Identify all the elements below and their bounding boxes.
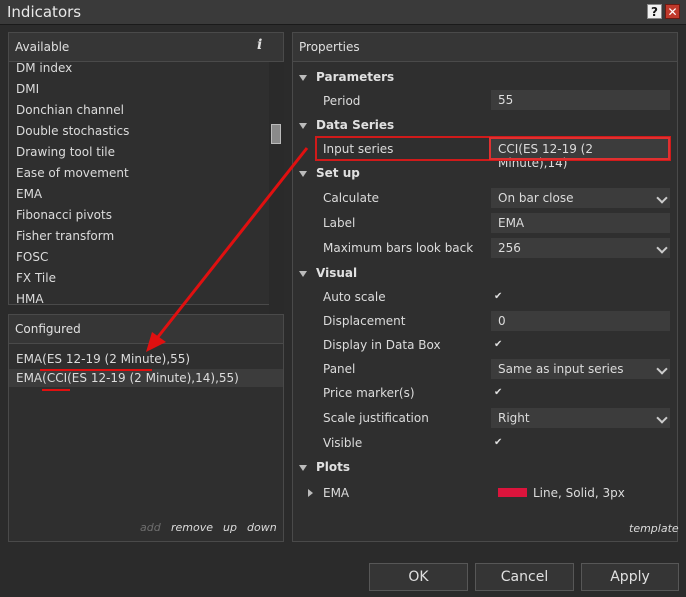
plot-style-value[interactable]: Line, Solid, 3px bbox=[533, 486, 625, 500]
list-item[interactable]: EMA bbox=[16, 187, 42, 201]
list-item[interactable]: DMI bbox=[16, 82, 39, 96]
section-data-series[interactable]: Data Series bbox=[299, 118, 394, 132]
visible-label: Visible bbox=[323, 436, 363, 450]
list-item[interactable]: Fisher transform bbox=[16, 229, 114, 243]
list-item[interactable]: FOSC bbox=[16, 250, 48, 264]
available-title: Available bbox=[15, 40, 70, 54]
panel-value: Same as input series bbox=[498, 362, 624, 376]
calculate-label: Calculate bbox=[323, 191, 380, 205]
max-bars-label: Maximum bars look back bbox=[323, 241, 474, 255]
underline-annotation bbox=[40, 369, 152, 371]
close-button[interactable]: ✕ bbox=[665, 4, 680, 19]
template-link[interactable]: template bbox=[629, 522, 679, 535]
available-scrollbar[interactable] bbox=[269, 62, 284, 333]
list-item[interactable]: Drawing tool tile bbox=[16, 145, 115, 159]
list-item[interactable]: Fibonacci pivots bbox=[16, 208, 112, 222]
remove-link[interactable]: remove bbox=[171, 521, 213, 534]
configured-header: Configured bbox=[9, 315, 283, 344]
collapse-icon bbox=[299, 122, 307, 129]
ok-button[interactable]: OK bbox=[369, 563, 468, 591]
chevron-down-icon bbox=[656, 412, 668, 424]
section-setup[interactable]: Set up bbox=[299, 166, 360, 180]
collapse-icon bbox=[299, 170, 307, 177]
list-item[interactable]: Double stochastics bbox=[16, 124, 129, 138]
period-input[interactable]: 55 bbox=[491, 90, 670, 110]
section-label: Data Series bbox=[316, 118, 395, 132]
plot-color-swatch[interactable] bbox=[498, 488, 527, 497]
chevron-down-icon bbox=[656, 363, 668, 375]
scrollbar-thumb[interactable] bbox=[271, 124, 281, 144]
window-title: Indicators bbox=[7, 3, 82, 21]
visible-checkbox[interactable]: ✔ bbox=[494, 438, 502, 448]
up-link[interactable]: up bbox=[223, 521, 237, 534]
apply-button[interactable]: Apply bbox=[581, 563, 679, 591]
displacement-label: Displacement bbox=[323, 314, 406, 328]
section-label: Parameters bbox=[316, 70, 395, 84]
available-list: DM index DMI Donchian channel Double sto… bbox=[9, 62, 267, 304]
chevron-down-icon bbox=[656, 192, 668, 204]
cancel-button[interactable]: Cancel bbox=[475, 563, 574, 591]
section-visual[interactable]: Visual bbox=[299, 266, 357, 280]
plot-ema-label: EMA bbox=[323, 486, 350, 500]
chevron-down-icon bbox=[656, 242, 668, 254]
available-panel: Available i DM index DMI Donchian channe… bbox=[8, 32, 284, 333]
collapse-icon bbox=[299, 270, 307, 277]
auto-scale-checkbox[interactable]: ✔ bbox=[494, 292, 502, 302]
section-plots[interactable]: Plots bbox=[299, 460, 350, 474]
max-bars-dropdown[interactable]: 256 bbox=[491, 238, 670, 258]
properties-header: Properties bbox=[293, 33, 677, 62]
calculate-value: On bar close bbox=[498, 191, 574, 205]
collapse-icon bbox=[299, 74, 307, 81]
expand-icon[interactable] bbox=[308, 489, 313, 497]
scale-justification-dropdown[interactable]: Right bbox=[491, 408, 670, 428]
title-bar: Indicators ? ✕ bbox=[0, 0, 686, 25]
scale-justification-value: Right bbox=[498, 411, 530, 425]
calculate-dropdown[interactable]: On bar close bbox=[491, 188, 670, 208]
scale-justification-label: Scale justification bbox=[323, 411, 429, 425]
configured-panel: Configured EMA(ES 12-19 (2 Minute),55) E… bbox=[8, 314, 284, 542]
list-item[interactable]: DM index bbox=[16, 62, 72, 75]
list-item[interactable]: HMA bbox=[16, 292, 44, 304]
section-label: Plots bbox=[316, 460, 351, 474]
input-series-value-highlight bbox=[489, 137, 670, 160]
display-data-box-checkbox[interactable]: ✔ bbox=[494, 340, 502, 350]
configured-title: Configured bbox=[15, 322, 81, 336]
label-label: Label bbox=[323, 216, 356, 230]
configured-item[interactable]: EMA(CCI(ES 12-19 (2 Minute),14),55) bbox=[16, 371, 239, 385]
underline-annotation bbox=[42, 389, 70, 391]
configured-item[interactable]: EMA(ES 12-19 (2 Minute),55) bbox=[16, 352, 190, 366]
price-marker-checkbox[interactable]: ✔ bbox=[494, 388, 502, 398]
collapse-icon bbox=[299, 464, 307, 471]
add-link[interactable]: add bbox=[140, 521, 161, 534]
price-marker-label: Price marker(s) bbox=[323, 386, 415, 400]
period-label: Period bbox=[323, 94, 361, 108]
display-data-box-label: Display in Data Box bbox=[323, 338, 441, 352]
properties-title: Properties bbox=[299, 40, 360, 54]
properties-panel: Properties Parameters Period 55 Data Ser… bbox=[292, 32, 679, 542]
list-item[interactable]: Ease of movement bbox=[16, 166, 129, 180]
info-icon[interactable]: i bbox=[257, 37, 262, 53]
available-header: Available i bbox=[9, 33, 283, 62]
displacement-input[interactable]: 0 bbox=[491, 311, 670, 331]
down-link[interactable]: down bbox=[247, 521, 277, 534]
max-bars-value: 256 bbox=[498, 241, 521, 255]
section-label: Visual bbox=[316, 266, 358, 280]
list-item[interactable]: FX Tile bbox=[16, 271, 56, 285]
list-item[interactable]: Donchian channel bbox=[16, 103, 124, 117]
label-input[interactable]: EMA bbox=[491, 213, 670, 233]
panel-dropdown[interactable]: Same as input series bbox=[491, 359, 670, 379]
auto-scale-label: Auto scale bbox=[323, 290, 386, 304]
section-label: Set up bbox=[316, 166, 360, 180]
section-parameters[interactable]: Parameters bbox=[299, 70, 394, 84]
panel-label: Panel bbox=[323, 362, 356, 376]
help-button[interactable]: ? bbox=[647, 4, 662, 19]
